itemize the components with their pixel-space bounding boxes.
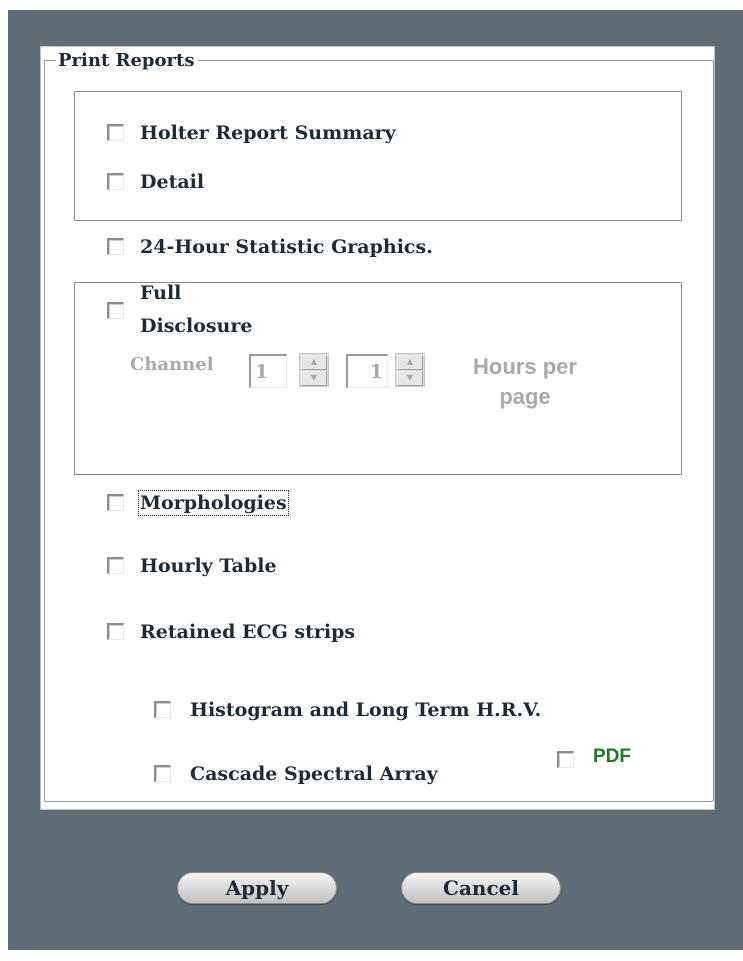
holter-summary-checkbox[interactable] [107, 124, 124, 141]
full-disclosure-label-line2[interactable]: Disclosure [140, 315, 252, 337]
full-disclosure-checkbox[interactable] [107, 302, 124, 319]
hours-spinner[interactable]: ▲ ▼ [395, 353, 425, 387]
histogram-hrv-label[interactable]: Histogram and Long Term H.R.V. [190, 699, 541, 721]
detail-label[interactable]: Detail [140, 171, 204, 193]
apply-button[interactable]: Apply [177, 872, 337, 904]
cascade-spectral-label[interactable]: Cascade Spectral Array [190, 763, 438, 785]
pdf-checkbox[interactable] [557, 751, 574, 768]
group-legend: Print Reports [56, 50, 199, 71]
spin-down-icon[interactable]: ▼ [301, 371, 327, 386]
full-disclosure-label-line1[interactable]: Full [140, 282, 181, 304]
summary-group-box [74, 91, 682, 221]
retained-ecg-checkbox[interactable] [107, 623, 124, 640]
spin-up-icon[interactable]: ▲ [397, 355, 423, 370]
hourly-table-label[interactable]: Hourly Table [140, 555, 277, 577]
hours-per-page-line2: page [499, 384, 551, 409]
histogram-hrv-checkbox[interactable] [154, 701, 171, 718]
hours-per-page-label: Hours per page [450, 352, 600, 412]
morphologies-checkbox[interactable] [107, 494, 124, 511]
retained-ecg-label[interactable]: Retained ECG strips [140, 621, 355, 643]
stat-graphics-label[interactable]: 24-Hour Statistic Graphics. [140, 236, 433, 258]
hours-input[interactable]: 1 [346, 354, 388, 388]
pdf-label[interactable]: PDF [593, 746, 631, 768]
cancel-button[interactable]: Cancel [401, 872, 561, 904]
channel-spinner[interactable]: ▲ ▼ [299, 353, 329, 387]
channel-label: Channel [130, 354, 214, 375]
holter-summary-label[interactable]: Holter Report Summary [140, 122, 396, 144]
spin-down-icon[interactable]: ▼ [397, 371, 423, 386]
morphologies-label[interactable]: Morphologies [138, 490, 289, 516]
channel-input[interactable]: 1 [249, 354, 287, 388]
hours-per-page-line1: Hours per [473, 354, 577, 379]
stat-graphics-checkbox[interactable] [107, 238, 124, 255]
spin-up-icon[interactable]: ▲ [301, 355, 327, 370]
detail-checkbox[interactable] [107, 173, 124, 190]
cascade-spectral-checkbox[interactable] [154, 765, 171, 782]
hourly-table-checkbox[interactable] [107, 557, 124, 574]
